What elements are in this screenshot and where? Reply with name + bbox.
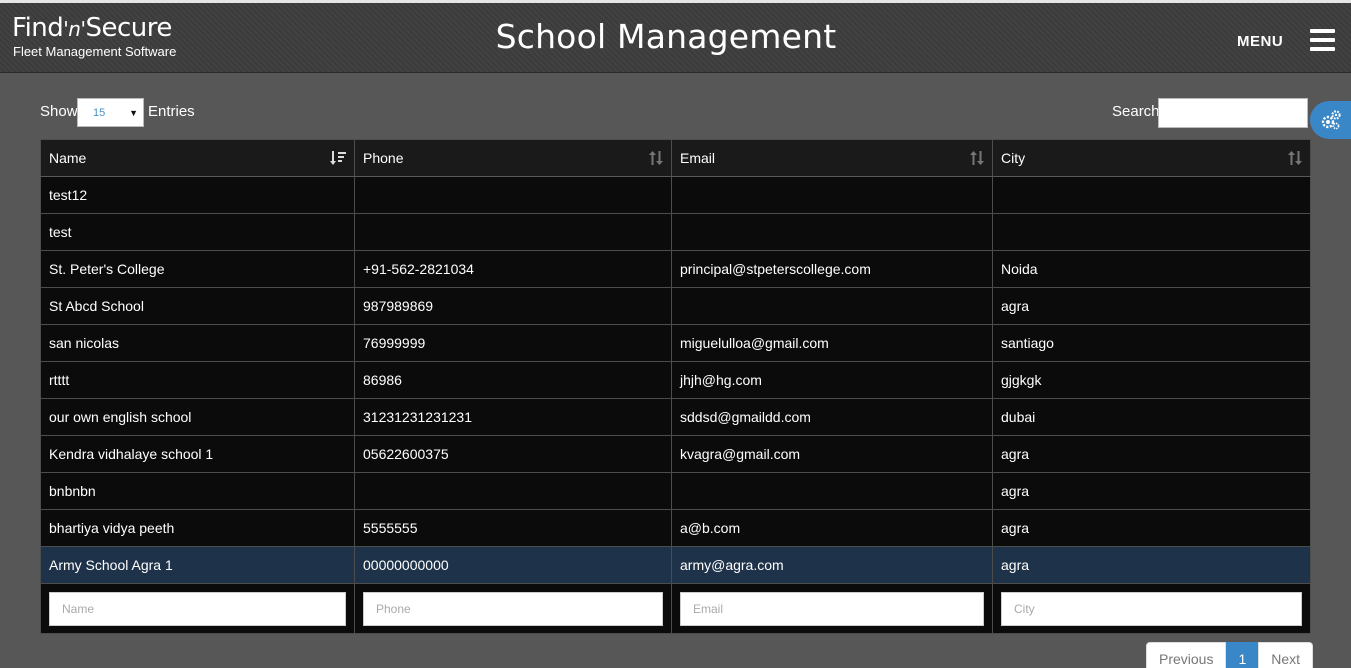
table-row-selected[interactable]: Army School Agra 1 00000000000 army@agra… bbox=[40, 546, 1311, 584]
page-title: School Management bbox=[495, 17, 837, 56]
cell-phone bbox=[354, 213, 672, 251]
filter-row bbox=[40, 583, 1311, 634]
column-header-label: Name bbox=[49, 150, 87, 166]
column-header-label: Phone bbox=[363, 150, 404, 166]
cell-phone: +91-562-2821034 bbox=[354, 250, 672, 288]
column-header-name[interactable]: Name bbox=[40, 139, 355, 177]
cell-email bbox=[671, 287, 993, 325]
cell-city: agra bbox=[992, 509, 1311, 547]
search-label: Search bbox=[1112, 103, 1160, 120]
cell-city: agra bbox=[992, 287, 1311, 325]
previous-page-button[interactable]: Previous bbox=[1146, 642, 1227, 668]
cell-phone: 31231231231231 bbox=[354, 398, 672, 436]
cell-phone: 76999999 bbox=[354, 324, 672, 362]
table-row[interactable]: St. Peter's College +91-562-2821034 prin… bbox=[40, 250, 1311, 288]
cell-name: St. Peter's College bbox=[40, 250, 355, 288]
cell-phone: 987989869 bbox=[354, 287, 672, 325]
column-header-phone[interactable]: Phone bbox=[354, 139, 672, 177]
cell-email bbox=[671, 472, 993, 510]
cell-city: agra bbox=[992, 472, 1311, 510]
cell-name: Kendra vidhalaye school 1 bbox=[40, 435, 355, 473]
filter-city-input[interactable] bbox=[1001, 591, 1302, 626]
cell-name: test12 bbox=[40, 176, 355, 214]
filter-cell bbox=[40, 583, 355, 634]
sort-both-icon bbox=[649, 151, 663, 165]
table-row[interactable]: bnbnbn agra bbox=[40, 472, 1311, 510]
cell-email: a@b.com bbox=[671, 509, 993, 547]
table-row[interactable]: St Abcd School 987989869 agra bbox=[40, 287, 1311, 325]
table-row[interactable]: test bbox=[40, 213, 1311, 251]
table-header-row: Name Phone Email City bbox=[40, 139, 1311, 177]
cell-email: army@agra.com bbox=[671, 546, 993, 584]
column-header-city[interactable]: City bbox=[992, 139, 1311, 177]
cell-email: jhjh@hg.com bbox=[671, 361, 993, 399]
cell-city: gjgkgk bbox=[992, 361, 1311, 399]
cell-phone bbox=[354, 176, 672, 214]
column-header-label: Email bbox=[680, 150, 716, 166]
filter-cell bbox=[671, 583, 993, 634]
page-1-button[interactable]: 1 bbox=[1226, 642, 1259, 668]
menu-button[interactable]: MENU bbox=[1237, 33, 1283, 50]
table-row[interactable]: bhartiya vidya peeth 5555555 a@b.com agr… bbox=[40, 509, 1311, 547]
filter-email-input[interactable] bbox=[680, 591, 984, 626]
cell-phone: 00000000000 bbox=[354, 546, 672, 584]
school-table: Name Phone Email City test12 test St. Pe… bbox=[40, 139, 1311, 634]
cell-city: Noida bbox=[992, 250, 1311, 288]
cell-name: Army School Agra 1 bbox=[40, 546, 355, 584]
cell-name: san nicolas bbox=[40, 324, 355, 362]
sort-both-icon bbox=[970, 151, 984, 165]
table-row[interactable]: rtttt 86986 jhjh@hg.com gjgkgk bbox=[40, 361, 1311, 399]
table-row[interactable]: Kendra vidhalaye school 1 05622600375 kv… bbox=[40, 435, 1311, 473]
table-row[interactable]: our own english school 31231231231231 sd… bbox=[40, 398, 1311, 436]
app-header: Find'n'Secure Fleet Management Software … bbox=[0, 3, 1351, 73]
pagination: Previous 1 Next bbox=[1146, 642, 1314, 668]
settings-panel-toggle[interactable] bbox=[1310, 101, 1351, 139]
cell-email: sddsd@gmaildd.com bbox=[671, 398, 993, 436]
show-label: Show bbox=[40, 103, 78, 120]
table-row[interactable]: test12 bbox=[40, 176, 1311, 214]
cell-email: kvagra@gmail.com bbox=[671, 435, 993, 473]
cell-email: principal@stpeterscollege.com bbox=[671, 250, 993, 288]
table-row[interactable]: san nicolas 76999999 miguelulloa@gmail.c… bbox=[40, 324, 1311, 362]
cell-city: agra bbox=[992, 435, 1311, 473]
cell-phone bbox=[354, 472, 672, 510]
cell-city: santiago bbox=[992, 324, 1311, 362]
hamburger-icon[interactable] bbox=[1310, 29, 1335, 53]
filter-cell bbox=[992, 583, 1311, 634]
filter-name-input[interactable] bbox=[49, 591, 346, 626]
column-header-label: City bbox=[1001, 150, 1026, 166]
cell-city bbox=[992, 213, 1311, 251]
cell-email bbox=[671, 176, 993, 214]
cell-city: agra bbox=[992, 546, 1311, 584]
cell-phone: 05622600375 bbox=[354, 435, 672, 473]
caret-down-icon: ▼ bbox=[129, 108, 138, 118]
entries-select[interactable]: 15 ▼ bbox=[77, 98, 144, 127]
cell-email bbox=[671, 213, 993, 251]
cell-phone: 5555555 bbox=[354, 509, 672, 547]
entries-value: 15 bbox=[93, 107, 106, 119]
cell-city: dubai bbox=[992, 398, 1311, 436]
cell-name: rtttt bbox=[40, 361, 355, 399]
cell-name: St Abcd School bbox=[40, 287, 355, 325]
next-page-button[interactable]: Next bbox=[1258, 642, 1314, 668]
gears-icon bbox=[1321, 110, 1341, 130]
filter-cell bbox=[354, 583, 672, 634]
column-header-email[interactable]: Email bbox=[671, 139, 993, 177]
sort-both-icon bbox=[1288, 151, 1302, 165]
cell-email: miguelulloa@gmail.com bbox=[671, 324, 993, 362]
cell-phone: 86986 bbox=[354, 361, 672, 399]
cell-city bbox=[992, 176, 1311, 214]
cell-name: our own english school bbox=[40, 398, 355, 436]
cell-name: bnbnbn bbox=[40, 472, 355, 510]
entries-label: Entries bbox=[148, 103, 195, 120]
cell-name: test bbox=[40, 213, 355, 251]
search-input[interactable] bbox=[1158, 98, 1308, 128]
filter-phone-input[interactable] bbox=[363, 591, 663, 626]
sort-desc-icon bbox=[330, 151, 346, 165]
cell-name: bhartiya vidya peeth bbox=[40, 509, 355, 547]
